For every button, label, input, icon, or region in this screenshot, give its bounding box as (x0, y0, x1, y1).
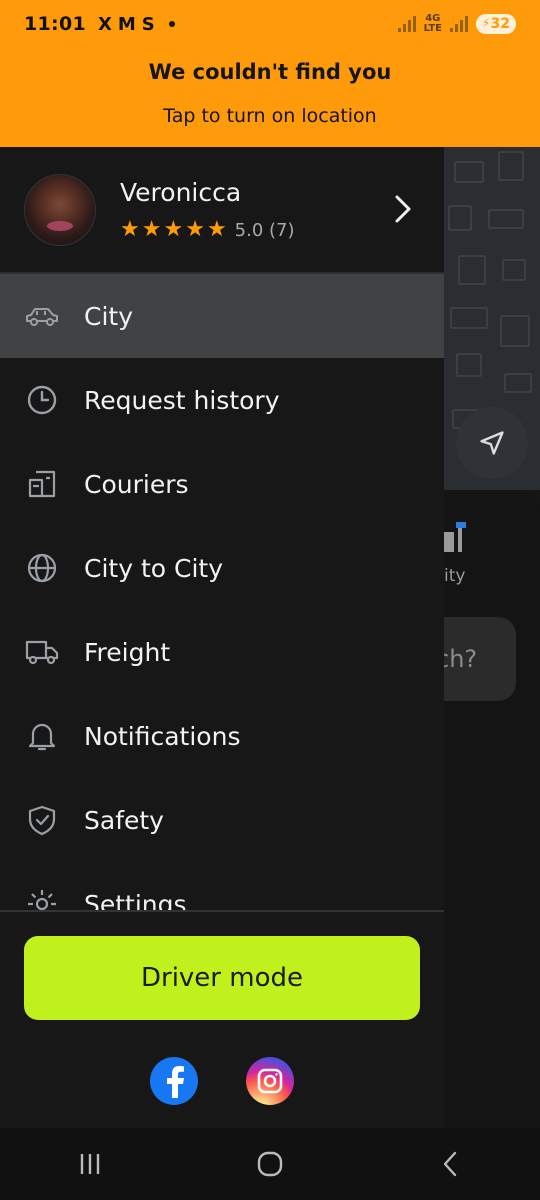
system-nav-bar (0, 1128, 540, 1200)
signal-2-icon (450, 16, 468, 32)
service-city-label: ity (444, 566, 466, 586)
star-rating: ★ ★ ★ ★ ★ (120, 219, 227, 241)
box-icon (24, 466, 60, 502)
x-app-icon: X (97, 13, 112, 35)
city-building-icon (444, 522, 466, 552)
status-time: 11:01 (24, 13, 86, 35)
menu-item-label: Safety (84, 805, 164, 835)
menu-item-label: Notifications (84, 721, 241, 751)
clock-icon (24, 382, 60, 418)
drawer-menu: City Request history Couriers City to Ci… (0, 274, 444, 911)
gear-icon (24, 886, 60, 911)
menu-item-safety[interactable]: Safety (0, 778, 444, 862)
signal-1-icon (397, 16, 416, 32)
rating-row: ★ ★ ★ ★ ★ 5.0 (7) (120, 219, 295, 241)
menu-item-notifications[interactable]: Notifications (0, 694, 444, 778)
back-icon (443, 1151, 457, 1177)
bottom-sheet (444, 490, 540, 1130)
home-button[interactable] (240, 1139, 300, 1189)
menu-item-freight[interactable]: Freight (0, 610, 444, 694)
star-icon: ★ (206, 217, 227, 242)
battery-level: 32 (490, 16, 510, 32)
back-button[interactable] (420, 1139, 480, 1189)
bell-icon (24, 718, 60, 754)
recent-apps-icon (80, 1154, 100, 1174)
menu-item-city[interactable]: City (0, 274, 444, 358)
shield-icon (24, 802, 60, 838)
status-bar: 11:01 X M S 4G LTE ⚡ 32 (0, 0, 540, 48)
navigation-arrow-icon (480, 431, 504, 455)
car-icon (24, 298, 60, 334)
rating-value: 5.0 (7) (234, 219, 295, 241)
location-banner[interactable]: 11:01 X M S 4G LTE ⚡ 32 We couldn't find … (0, 0, 540, 147)
profile-name: Veronicca (120, 178, 242, 207)
truck-icon (24, 634, 60, 670)
divider (0, 910, 444, 912)
menu-item-label: Request history (84, 385, 280, 415)
menu-item-label: City to City (84, 553, 223, 583)
facebook-icon[interactable] (150, 1057, 198, 1105)
star-icon: ★ (185, 217, 205, 242)
star-icon: ★ (120, 217, 140, 242)
notification-icons: X M S (98, 14, 155, 35)
turn-on-location-link[interactable]: Tap to turn on location (0, 105, 540, 127)
menu-item-settings[interactable]: Settings (0, 862, 444, 911)
menu-item-label: City (84, 301, 133, 331)
star-icon: ★ (163, 217, 184, 242)
recent-apps-button[interactable] (60, 1139, 120, 1189)
profile-header[interactable]: Veronicca ★ ★ ★ ★ ★ 5.0 (7) (0, 147, 444, 272)
home-icon (257, 1151, 283, 1177)
avatar (24, 173, 96, 246)
skype-icon: S (141, 13, 155, 35)
menu-item-couriers[interactable]: Couriers (0, 442, 444, 526)
instagram-icon[interactable] (246, 1057, 294, 1105)
menu-item-city-to-city[interactable]: City to City (0, 526, 444, 610)
more-notifications-dot (168, 21, 175, 27)
social-links (150, 1057, 294, 1105)
driver-mode-button[interactable]: Driver mode (24, 936, 420, 1020)
star-icon: ★ (141, 217, 162, 242)
globe-icon (24, 550, 60, 586)
location-notice-title: We couldn't find you (148, 60, 392, 84)
menu-item-label: Couriers (84, 469, 189, 499)
charging-bolt-icon: ⚡ (482, 16, 491, 30)
my-location-button[interactable] (456, 407, 528, 479)
gmail-icon: M (117, 13, 136, 35)
navigation-drawer: Veronicca ★ ★ ★ ★ ★ 5.0 (7) City Request… (0, 147, 444, 1128)
menu-item-request-history[interactable]: Request history (0, 358, 444, 442)
menu-item-label: Freight (84, 637, 171, 667)
chevron-right-icon (395, 195, 411, 223)
battery-icon: ⚡ 32 (476, 14, 516, 34)
menu-item-label: Settings (84, 889, 187, 912)
volte-icon: 4G LTE (423, 13, 442, 34)
